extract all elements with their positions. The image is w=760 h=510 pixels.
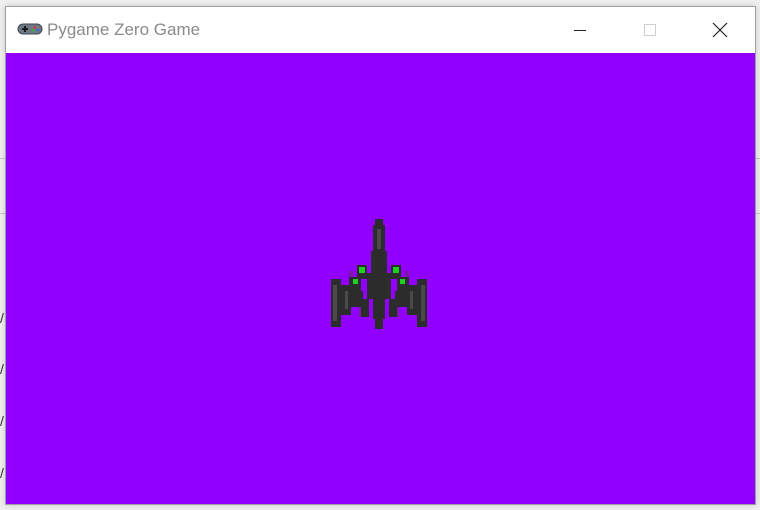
window-title: Pygame Zero Game [47,20,201,39]
minimize-icon [574,30,586,31]
minimize-button[interactable] [557,7,603,53]
spaceship-icon [331,219,427,329]
game-window: Pygame Zero Game [5,6,756,505]
background-text: / [0,413,4,429]
maximize-icon [644,24,656,36]
close-button[interactable] [697,7,743,53]
background-text: / [0,310,4,326]
title-bar[interactable]: Pygame Zero Game [6,7,755,53]
background-text: / [0,465,4,481]
maximize-button[interactable] [627,7,673,53]
background-text: / [0,361,4,377]
game-canvas[interactable] [6,53,755,504]
close-icon [712,22,728,38]
gamepad-icon [17,23,43,35]
